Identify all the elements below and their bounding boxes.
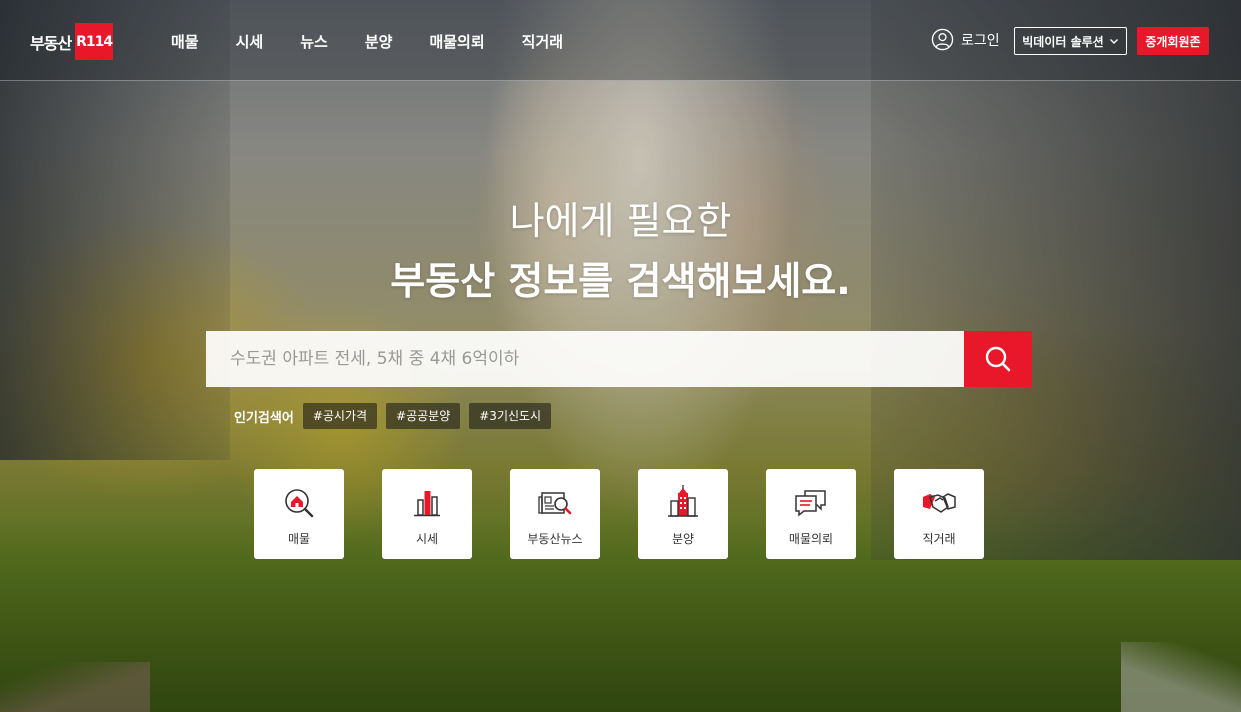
site-header: 부동산 R114 매물 시세 뉴스 분양 매물의뢰 직거래 로그인 빅데이터 솔… [0,0,1241,81]
newspaper-search-icon [538,492,572,515]
chat-bubbles-icon [795,490,826,517]
quick-menu-direct-deal[interactable]: 직거래 [894,469,984,559]
popular-keywords: 인기검색어 #공시가격 #공공분양 #3기신도시 [234,403,560,429]
quick-menu-listing-request[interactable]: 매물의뢰 [766,469,856,559]
search-icon [985,346,1011,372]
quick-menu-label: 시세 [415,532,439,546]
quick-menu-listings[interactable]: 매물 [254,469,344,559]
quick-menu-label: 매물의뢰 [788,532,834,546]
user-icon [931,28,954,51]
popular-tag[interactable]: #3기신도시 [469,403,552,429]
logo-badge: R114 [75,23,114,60]
quick-menu-presale[interactable]: 분양 [638,469,728,559]
quick-menu-label: 부동산뉴스 [527,532,583,546]
agent-member-zone-button[interactable]: 중개회원존 [1137,27,1209,55]
nav-item-news[interactable]: 뉴스 [300,31,328,52]
search-bar [206,331,1032,387]
house-search-icon [285,489,314,518]
logo[interactable]: 부동산 R114 [30,23,114,60]
hero-title-line1: 나에게 필요한 [509,199,732,243]
quick-menu-label: 직거래 [922,532,956,546]
popular-tag[interactable]: #공시가격 [302,403,378,429]
quick-menu-prices[interactable]: 시세 [382,469,472,559]
hero-title-line2: 부동산 정보를 검색해보세요. [390,259,851,303]
logo-text: 부동산 [30,33,72,53]
nav-item-prices[interactable]: 시세 [236,31,264,52]
bigdata-label: 빅데이터 솔루션 [1022,34,1104,49]
main-nav: 매물 시세 뉴스 분양 매물의뢰 직거래 [171,31,600,52]
nav-item-listings[interactable]: 매물 [171,31,199,52]
bar-chart-icon [414,491,440,517]
nav-item-direct-deal[interactable]: 직거래 [522,31,563,52]
popular-keywords-label: 인기검색어 [234,410,294,426]
quick-menu-label: 매물 [287,532,311,546]
login-label: 로그인 [961,32,1000,49]
handshake-icon [923,493,956,513]
buildings-icon [668,485,698,517]
chevron-down-icon [1109,39,1118,44]
search-input[interactable] [206,331,964,387]
search-button[interactable] [964,331,1032,387]
nav-item-listing-request[interactable]: 매물의뢰 [429,31,484,52]
nav-item-presale[interactable]: 분양 [365,31,393,52]
popular-tag[interactable]: #공공분양 [386,403,461,429]
quick-menu-news[interactable]: 부동산뉴스 [510,469,600,559]
bigdata-solution-dropdown[interactable]: 빅데이터 솔루션 [1014,27,1127,55]
login-link[interactable]: 로그인 [931,28,1000,51]
quick-menu-label: 분양 [671,532,695,546]
quick-menu: 매물 시세 부동산뉴스 분양 매물의뢰 직거래 [254,469,1022,559]
